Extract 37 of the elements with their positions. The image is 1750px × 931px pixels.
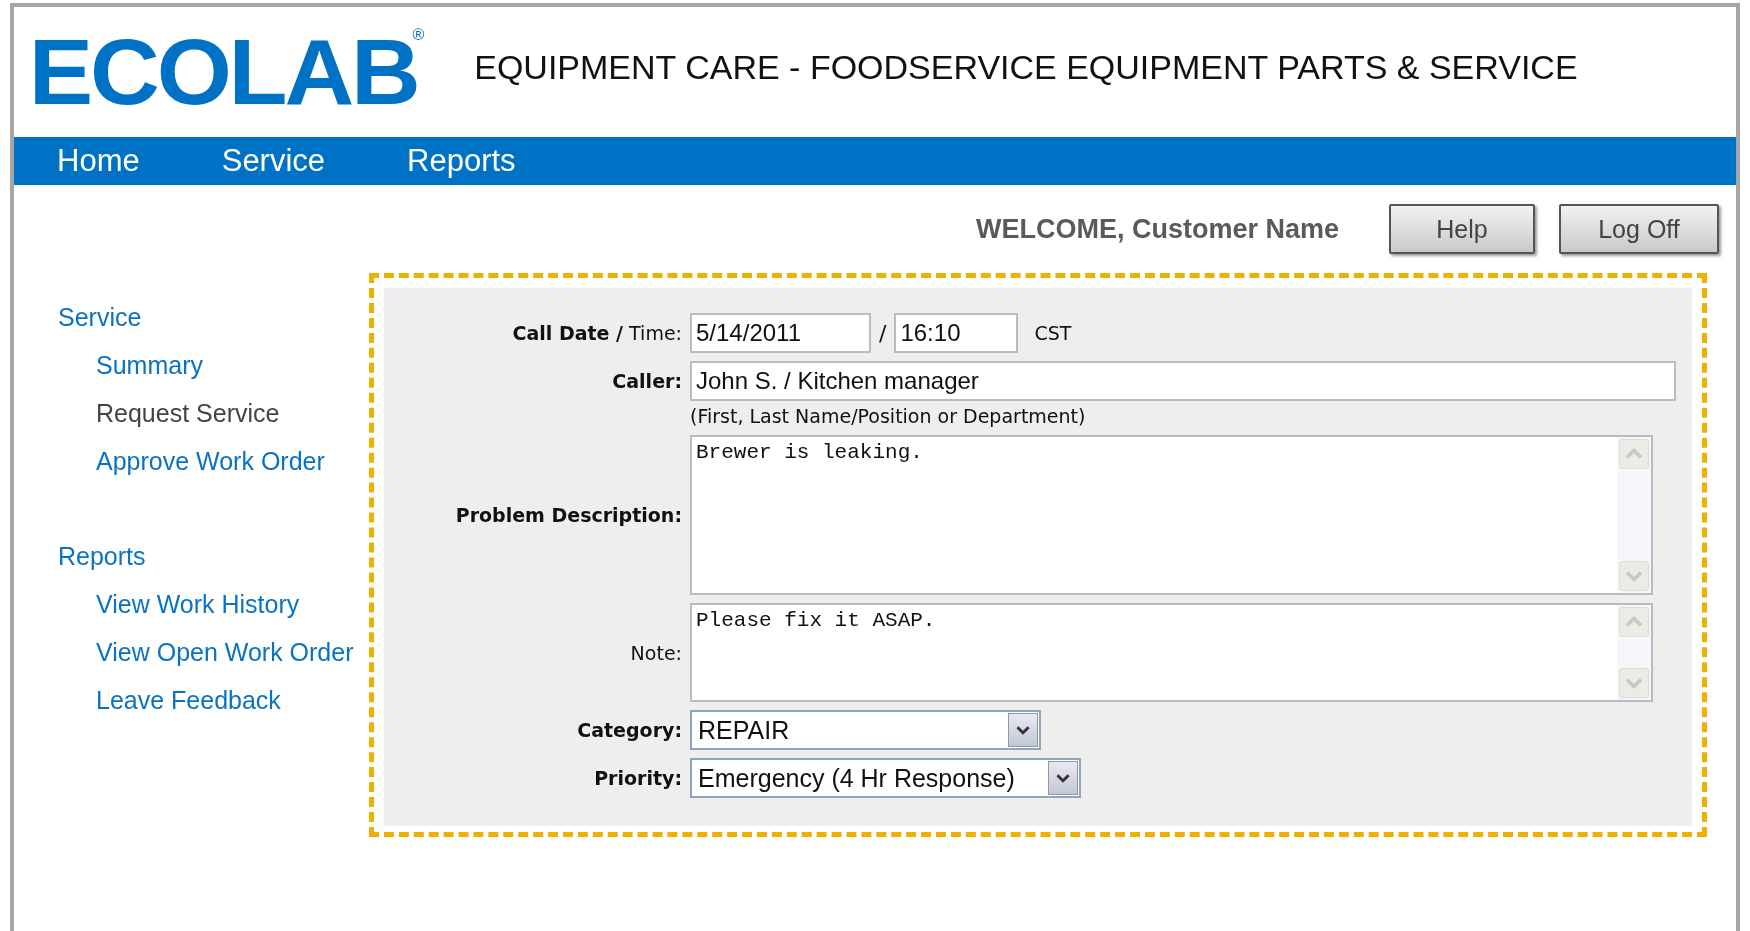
scroll-up-icon[interactable] [1619,607,1649,637]
time-field[interactable]: 16:10 [894,313,1019,353]
nav-link[interactable]: Service [221,143,326,179]
field-label: Category: [576,719,682,741]
scroll-up-icon[interactable] [1619,439,1649,469]
nav-link[interactable]: Reports [407,143,516,179]
scrollbar[interactable] [1617,605,1651,700]
field-label: Call Date / Time: [511,322,682,344]
sidebar-link[interactable]: View Work History [58,580,361,628]
sidebar-link[interactable]: Leave Feedback [58,676,361,724]
field-hint: (First, Last Name/Position or Department) [690,405,1087,427]
header-button[interactable]: Log Off [1559,204,1719,254]
chevron-down-icon[interactable] [1008,713,1038,747]
separator-text: / [879,320,887,346]
sidebar-link[interactable]: Request Service [58,389,361,437]
scroll-down-icon[interactable] [1619,668,1649,698]
sidebar-link[interactable]: Approve Work Order [58,437,361,485]
field-label: Priority: [593,767,682,789]
header-button[interactable]: Help [1389,204,1535,254]
field-label: Note: [629,641,682,664]
chevron-down-icon[interactable] [1048,761,1078,795]
sidebar-section-link[interactable]: Reports [58,532,361,580]
welcome-text: WELCOME, Customer Name [975,213,1339,245]
sidebar-link[interactable]: Summary [58,341,361,389]
sidebar-link[interactable]: View Open Work Order [58,628,361,676]
field-label: Caller: [611,370,682,392]
page-title: EQUIPMENT CARE - FOODSERVICE EQUIPMENT PARTS & SERVICE [474,47,1578,87]
date-field[interactable]: 5/14/2011 [690,313,871,353]
scrollbar[interactable] [1617,437,1651,593]
priority-dropdown[interactable]: Emergency (4 Hr Response) [690,758,1081,798]
nav-link[interactable]: Home [57,143,140,179]
timezone-text: CST [1034,322,1072,344]
sidebar-section-link[interactable]: Service [58,293,361,341]
scroll-down-icon[interactable] [1619,561,1649,591]
category-dropdown[interactable]: REPAIR [690,710,1041,750]
caller-field[interactable]: John S. / Kitchen manager [690,361,1676,401]
field-label: Problem Description: [454,504,682,526]
